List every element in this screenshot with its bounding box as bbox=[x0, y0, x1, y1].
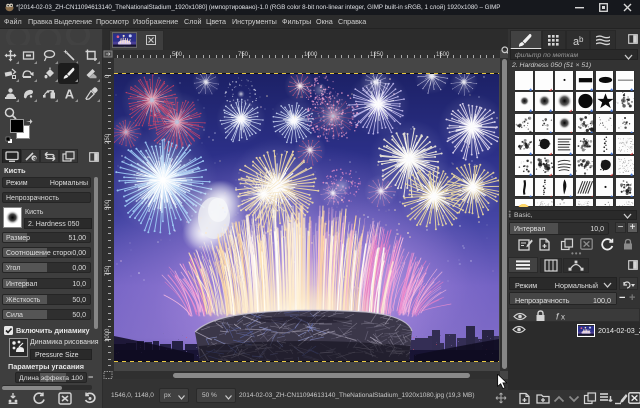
svg-text:0: 0 bbox=[105, 74, 111, 78]
svg-text:1000: 1000 bbox=[105, 328, 111, 342]
svg-text:500: 500 bbox=[105, 199, 111, 210]
svg-text:f: f bbox=[556, 312, 560, 322]
svg-text:750: 750 bbox=[105, 265, 111, 276]
svg-text:x: x bbox=[561, 313, 565, 322]
svg-text:A: A bbox=[65, 87, 75, 100]
svg-text:250: 250 bbox=[105, 133, 111, 144]
svg-text:o: o bbox=[33, 156, 36, 162]
svg-text:b: b bbox=[579, 35, 584, 44]
